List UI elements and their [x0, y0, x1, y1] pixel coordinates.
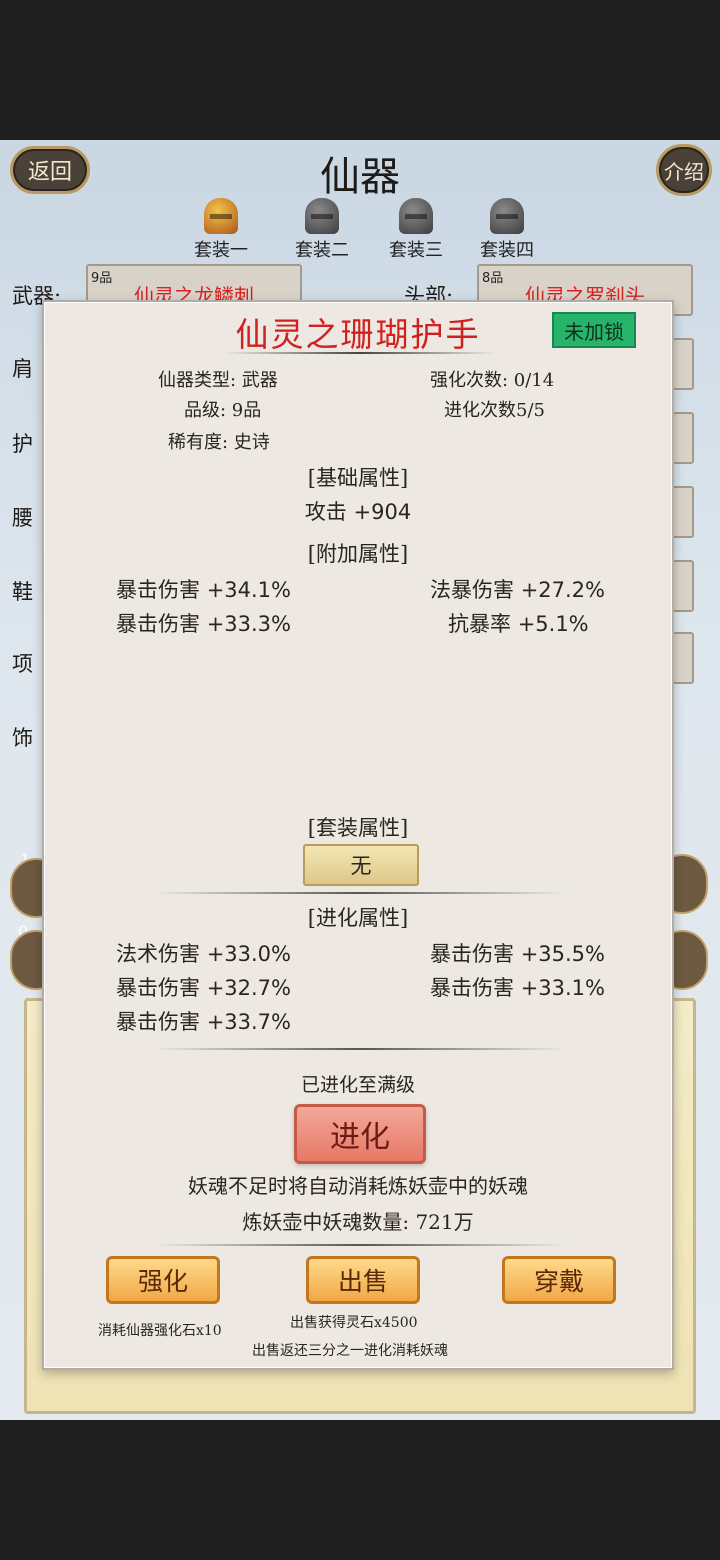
suit-label: 套装一: [194, 240, 248, 261]
waist-slot-label: 腰: [12, 506, 33, 530]
stat-value: +34.1%: [206, 578, 291, 602]
ornament-slot-label: 饰: [12, 726, 33, 750]
stat-name: 暴击伤害: [430, 976, 514, 1000]
stat-value: +35.5%: [520, 942, 605, 966]
stat-value: +33.1%: [520, 976, 605, 1000]
stat-value: +33.0%: [206, 942, 291, 966]
stat-value: +5.1%: [517, 612, 589, 636]
stat-value: +27.2%: [520, 578, 605, 602]
extra-stat: 暴击伤害 +34.1%: [116, 574, 291, 604]
divider: [154, 1048, 566, 1050]
suit-tabs: 套装一 套装二 套装三 套装四: [0, 198, 720, 262]
necklace-slot-label: 项: [12, 652, 33, 676]
sell-gain-note: 出售获得灵石x4500: [290, 1315, 418, 1331]
stat-name: 攻击: [304, 500, 347, 524]
stat-name: 暴击伤害: [116, 1010, 200, 1034]
stat-name: 暴击伤害: [116, 578, 200, 602]
lock-button[interactable]: 未加锁: [552, 312, 636, 348]
item-detail-dialog: 仙灵之珊瑚护手 未加锁 仙器类型: 武器 强化次数: 0/14 品级: 9品 进…: [42, 300, 674, 1370]
bracer-slot-label: 护: [12, 432, 33, 456]
stat-value: +32.7%: [206, 976, 291, 1000]
enhance-cost-note: 消耗仙器强化石x10: [98, 1323, 222, 1339]
sell-refund-note: 出售返还三分之一进化消耗妖魂: [252, 1343, 448, 1359]
set-attr-header: [套装属性]: [307, 816, 409, 840]
evo-stat: 暴击伤害 +33.7%: [116, 1006, 291, 1036]
helmet-icon: [204, 198, 238, 234]
shoes-slot-label: 鞋: [12, 580, 33, 604]
tab-suit-3[interactable]: 套装三: [371, 198, 461, 262]
item-type: 仙器类型: 武器: [158, 370, 278, 391]
evo-stat: 法术伤害 +33.0%: [116, 938, 291, 968]
enhance-button[interactable]: 强化: [106, 1256, 220, 1304]
base-attr-header: [基础属性]: [307, 466, 409, 490]
suit-label: 套装二: [295, 240, 349, 261]
auto-consume-note: 妖魂不足时将自动消耗炼妖壶中的妖魂: [188, 1174, 528, 1198]
evolve-count: 进化次数5/5: [444, 400, 545, 421]
tab-suit-4[interactable]: 套装四: [462, 198, 552, 262]
set-attr-value: 无: [303, 844, 419, 886]
tab-suit-1[interactable]: 套装一: [176, 198, 266, 262]
base-attack: 攻击 +904: [44, 496, 672, 526]
sell-button[interactable]: 出售: [306, 1256, 420, 1304]
intro-button[interactable]: 介绍: [656, 144, 712, 196]
enhance-count: 强化次数: 0/14: [430, 370, 555, 391]
extra-stat: 法暴伤害 +27.2%: [430, 574, 605, 604]
stat-value: +33.3%: [206, 612, 291, 636]
evo-stat: 暴击伤害 +33.1%: [430, 972, 605, 1002]
pot-soul-count: 炼妖壶中妖魂数量: 721万: [242, 1210, 474, 1234]
tab-suit-2[interactable]: 套装二: [277, 198, 367, 262]
helmet-icon: [399, 198, 433, 234]
page-title: 仙器: [320, 154, 400, 200]
max-evolved-text: 已进化至满级: [300, 1074, 415, 1096]
stat-name: 暴击伤害: [116, 976, 200, 1000]
extra-stat: 暴击伤害 +33.3%: [116, 608, 291, 638]
stat-name: 暴击伤害: [430, 942, 514, 966]
stat-value: +904: [353, 500, 412, 524]
suit-label: 套装四: [480, 240, 534, 261]
helmet-icon: [305, 198, 339, 234]
shoulder-slot-label: 肩: [12, 357, 33, 381]
helmet-icon: [490, 198, 524, 234]
stat-name: 抗暴率: [448, 612, 511, 636]
extra-attr-header: [附加属性]: [307, 542, 409, 566]
equipment-screen: 返回 仙器 介绍 套装一 套装二 套装三 套装四 武器: 9品 仙灵之龙鳞刺 头…: [0, 140, 720, 1420]
stat-name: 法暴伤害: [430, 578, 514, 602]
divider: [154, 892, 566, 894]
stat-name: 暴击伤害: [116, 612, 200, 636]
divider: [224, 352, 496, 354]
evo-stat: 暴击伤害 +32.7%: [116, 972, 291, 1002]
stat-name: 法术伤害: [116, 942, 200, 966]
evolve-button[interactable]: 进化: [294, 1104, 426, 1164]
item-grade: 品级: 9品: [184, 400, 262, 421]
divider: [154, 1244, 566, 1246]
extra-stat: 抗暴率 +5.1%: [448, 608, 589, 638]
equip-button[interactable]: 穿戴: [502, 1256, 616, 1304]
stat-value: +33.7%: [206, 1010, 291, 1034]
evo-attr-header: [进化属性]: [307, 906, 409, 930]
evo-stat: 暴击伤害 +35.5%: [430, 938, 605, 968]
suit-label: 套装三: [389, 240, 443, 261]
item-rarity: 稀有度: 史诗: [168, 432, 270, 453]
